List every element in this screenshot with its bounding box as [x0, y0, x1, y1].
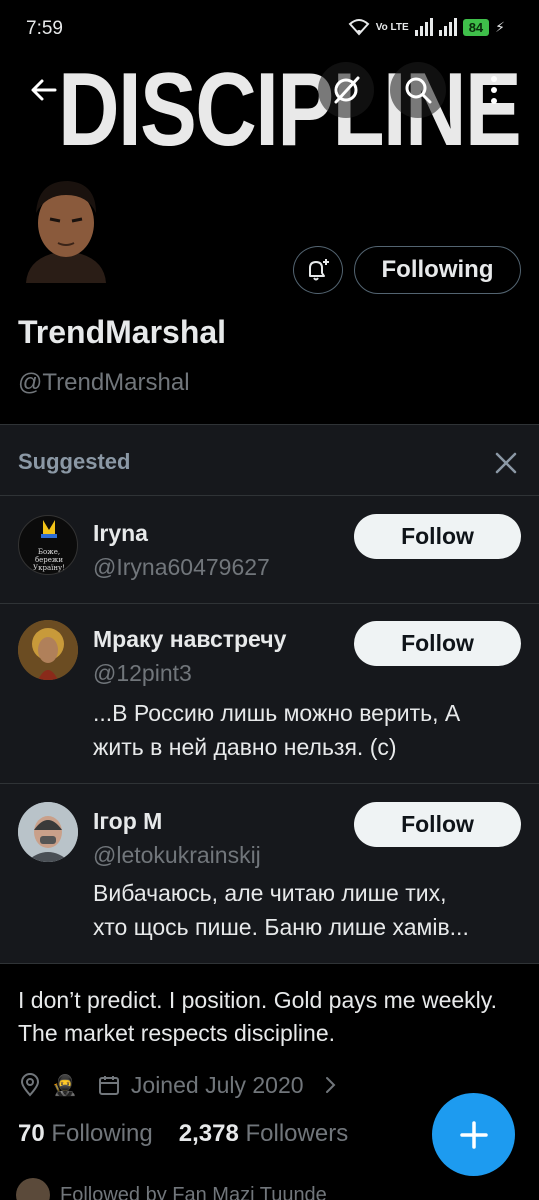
plus-icon [459, 1120, 488, 1149]
follow-counts: 70 Following 2,378 Followers [18, 1120, 348, 1148]
suggested-bio-line: ...В Россию лишь можно верить, А [93, 700, 461, 726]
suggested-header: Suggested [0, 425, 539, 496]
trident-icon: Боже,бережиУкраїну! [33, 520, 65, 572]
search-button[interactable] [390, 62, 446, 118]
suggested-bio-line: хто щось пише. Баню лише хамів... [93, 914, 469, 940]
suggested-avatar[interactable] [18, 802, 78, 862]
suggested-bio: Вибачаюсь, але читаю лише тих, хто щось … [93, 876, 523, 944]
follow-button[interactable]: Follow [354, 802, 521, 847]
follow-button[interactable]: Follow [354, 621, 521, 666]
suggested-name[interactable]: Iryna [93, 520, 148, 547]
profile-meta: 🥷 Joined July 2020 [18, 1068, 340, 1102]
followers-count: 2,378 [178, 1120, 239, 1147]
suggested-avatar[interactable]: Боже, бережи Україну! [18, 515, 78, 575]
following-count: 70 [18, 1120, 45, 1147]
status-bar: 7:59 Vo LTE 84 ⚡ [0, 0, 539, 62]
slashed-circle-icon [334, 76, 360, 104]
notifications-button[interactable] [293, 246, 343, 294]
wifi-icon [348, 19, 370, 36]
signal-icon [414, 18, 433, 36]
follow-button[interactable]: Follow [354, 514, 521, 559]
more-vertical-icon [491, 76, 497, 104]
volte-indicator: Vo LTE [375, 21, 409, 33]
suggested-handle: @Iryna60479627 [93, 554, 270, 580]
close-icon [495, 452, 517, 474]
compose-button[interactable] [432, 1093, 515, 1176]
joined-date: Joined July 2020 [130, 1071, 304, 1098]
suggested-avatar[interactable] [18, 620, 78, 680]
bell-plus-icon [309, 259, 329, 281]
grok-button[interactable] [318, 62, 374, 118]
profile-avatar[interactable] [16, 173, 116, 283]
chevron-right-icon[interactable] [320, 1075, 340, 1095]
back-button[interactable] [16, 62, 72, 118]
following-count-label: Following [51, 1120, 153, 1147]
more-button[interactable] [470, 62, 518, 118]
suggested-bio-line: жить в ней давно нельзя. (с) [93, 734, 397, 760]
followed-by-avatar [16, 1178, 50, 1200]
calendar-icon [98, 1076, 119, 1095]
suggested-bio: ...В Россию лишь можно верить, А жить в … [93, 696, 523, 764]
following-button[interactable]: Following [354, 246, 521, 294]
ninja-emoji-icon: 🥷 [52, 1074, 77, 1097]
suggested-bio-line: Вибачаюсь, але читаю лише тих, [93, 880, 447, 906]
status-time: 7:59 [26, 18, 63, 39]
svg-text:бережи: бережи [35, 556, 63, 564]
followed-by[interactable]: Followed by Fan Mazi Tuunde [16, 1178, 327, 1200]
icon-painting [18, 620, 78, 680]
location-icon [20, 1073, 40, 1097]
following-count-link[interactable]: 70 Following [18, 1120, 153, 1148]
battery-indicator: 84 [462, 18, 490, 36]
suggested-name[interactable]: Ігор М [93, 808, 162, 835]
svg-text:Боже,: Боже, [38, 548, 60, 556]
avatar-illustration [26, 181, 106, 283]
icon-photo [18, 802, 78, 862]
banner-text: DISCIPLINE [58, 52, 522, 168]
suggested-handle: @letokukrainskij [93, 842, 261, 868]
status-icons: Vo LTE 84 ⚡ [348, 18, 505, 36]
suggested-panel: Suggested Боже, бережи Україну! Iryna @Iry… [0, 424, 539, 964]
suggested-item[interactable]: Мраку навстречу @12pint3 ...В Россию лиш… [0, 604, 539, 784]
svg-text:Україну!: Україну! [33, 564, 65, 572]
followers-count-label: Followers [245, 1120, 349, 1147]
suggested-name[interactable]: Мраку навстречу [93, 626, 286, 653]
profile-handle: @TrendMarshal [18, 369, 190, 396]
signal-icon [438, 18, 457, 36]
suggested-item[interactable]: Ігор М @letokukrainskij Вибачаюсь, але ч… [0, 784, 539, 965]
followed-by-text: Followed by Fan Mazi Tuunde [60, 1183, 327, 1200]
display-name: TrendMarshal [18, 314, 227, 350]
profile-bio: I don’t predict. I position. Gold pays m… [18, 987, 497, 1046]
arrow-left-icon [31, 79, 57, 101]
suggested-item[interactable]: Боже, бережи Україну! Iryna @Iryna60479627… [0, 496, 539, 604]
search-icon [405, 77, 432, 104]
charging-icon: ⚡ [495, 18, 505, 35]
suggested-title: Suggested [18, 449, 131, 474]
suggested-handle: @12pint3 [93, 660, 192, 686]
followers-count-link[interactable]: 2,378 Followers [179, 1120, 348, 1148]
close-suggested-button[interactable] [484, 441, 528, 485]
